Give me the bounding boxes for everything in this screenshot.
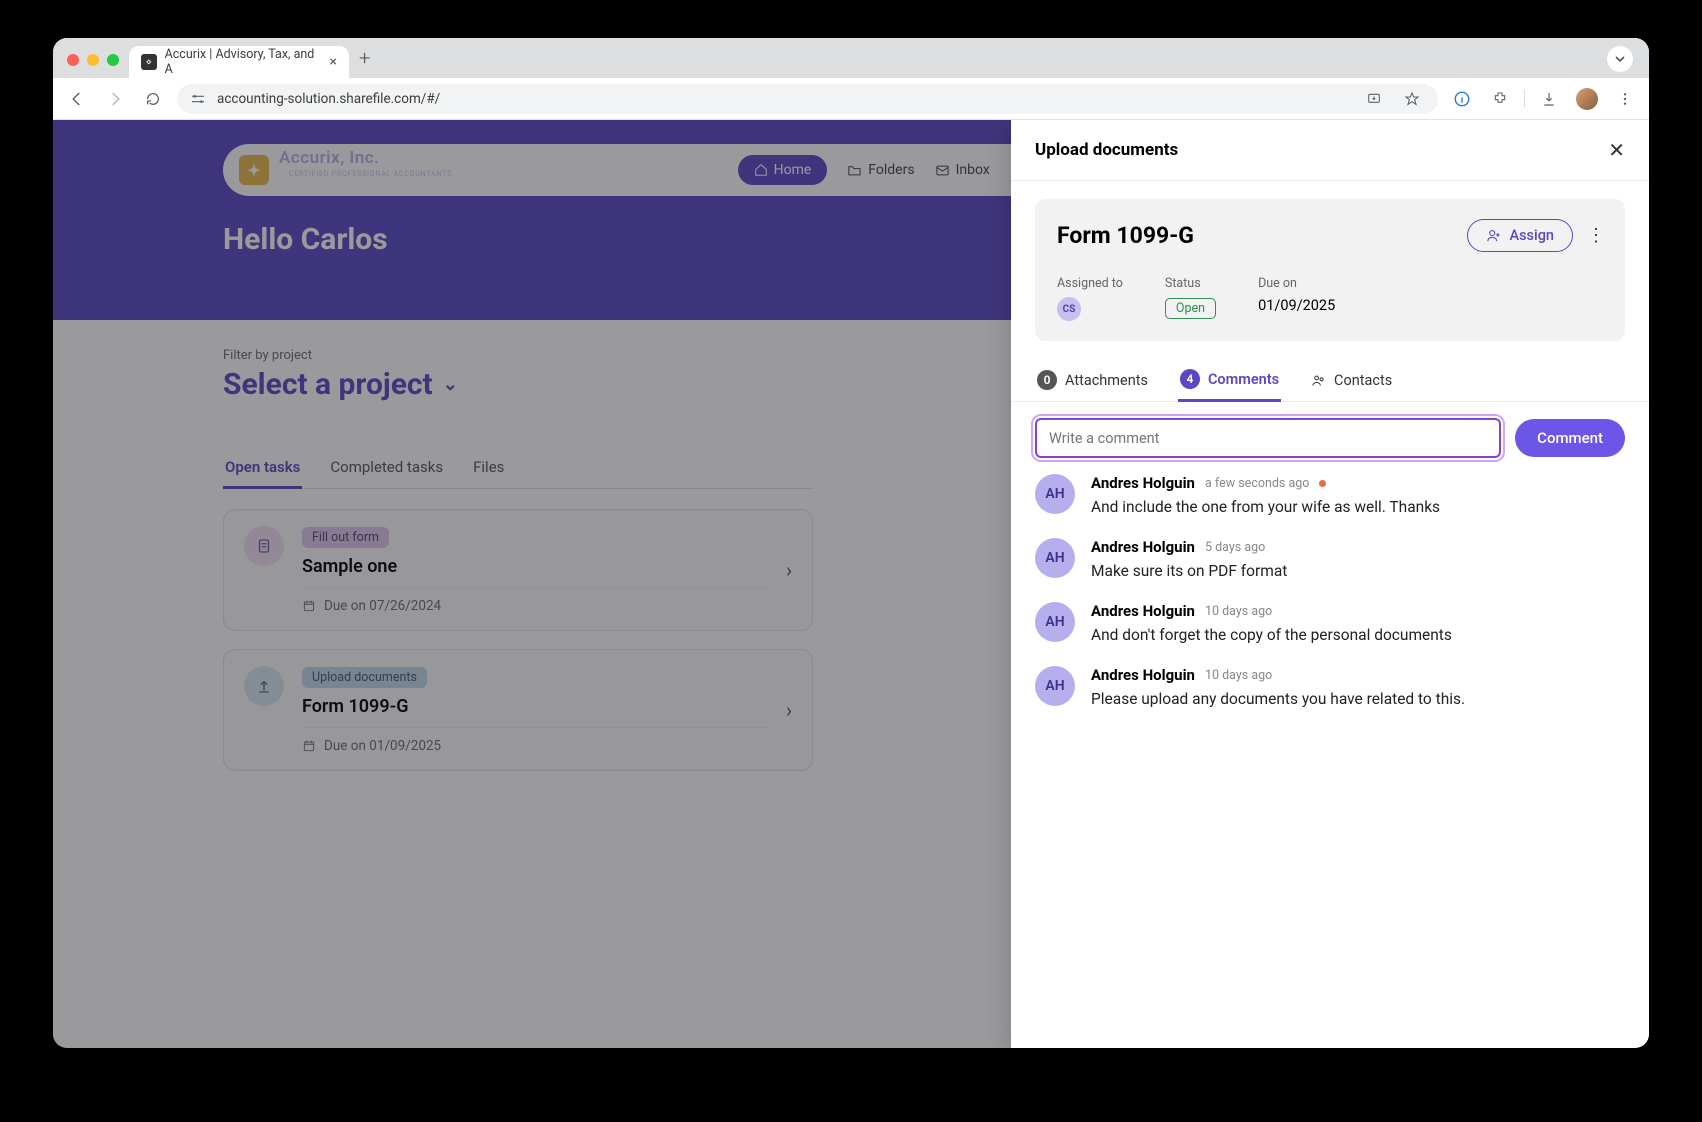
address-bar[interactable]: accounting-solution.sharefile.com/#/ xyxy=(177,84,1438,114)
task-detail-card: Form 1099-G Assign ⋮ Assigned to CS xyxy=(1035,199,1625,341)
window-close[interactable] xyxy=(67,54,79,66)
comment-text: Please upload any documents you have rel… xyxy=(1091,690,1625,708)
tab-attachments[interactable]: 0 Attachments xyxy=(1035,359,1150,401)
tab-title: Accurix | Advisory, Tax, and A xyxy=(165,47,322,77)
card-title: Form 1099-G xyxy=(1057,222,1194,249)
comment-submit-button[interactable]: Comment xyxy=(1515,419,1625,457)
due-value: 01/09/2025 xyxy=(1258,297,1335,314)
browser-tab[interactable]: ⋄ Accurix | Advisory, Tax, and A × xyxy=(129,46,349,78)
profile-avatar[interactable] xyxy=(1573,85,1601,113)
favicon: ⋄ xyxy=(141,54,157,70)
bookmark-icon[interactable] xyxy=(1398,85,1426,113)
app-viewport: ✦ Accurix, Inc. CERTIFIED PROFESSIONAL A… xyxy=(53,120,1649,1048)
comment-text: And include the one from your wife as we… xyxy=(1091,498,1625,516)
contacts-icon xyxy=(1311,373,1326,388)
assign-button[interactable]: Assign xyxy=(1467,219,1573,252)
info-icon[interactable] xyxy=(1448,85,1476,113)
comment-avatar: AH xyxy=(1035,474,1075,514)
downloads-icon[interactable] xyxy=(1535,85,1563,113)
assign-person-icon xyxy=(1486,228,1501,243)
install-app-icon[interactable] xyxy=(1360,85,1388,113)
reload-button[interactable] xyxy=(139,85,167,113)
comments-label: Comments xyxy=(1208,371,1279,388)
assignee-avatar[interactable]: CS xyxy=(1057,297,1081,321)
comment-text: And don't forget the copy of the persona… xyxy=(1091,626,1625,644)
assign-button-label: Assign xyxy=(1509,227,1554,244)
status-label: Status xyxy=(1165,276,1216,291)
comments-count: 4 xyxy=(1180,369,1200,389)
panel-title: Upload documents xyxy=(1035,140,1178,160)
comment-avatar: AH xyxy=(1035,666,1075,706)
comment-time: 10 days ago xyxy=(1205,604,1272,619)
new-indicator-icon xyxy=(1319,480,1326,487)
comment-time: a few seconds ago xyxy=(1205,476,1309,491)
tab-contacts[interactable]: Contacts xyxy=(1309,359,1394,401)
comment-item: AH Andres Holguin a few seconds ago And inc… xyxy=(1035,474,1625,516)
tab-comments[interactable]: 4 Comments xyxy=(1178,359,1281,402)
due-label: Due on xyxy=(1258,276,1335,291)
tab-close-icon[interactable]: × xyxy=(330,54,337,70)
back-button[interactable] xyxy=(63,85,91,113)
attachments-count: 0 xyxy=(1037,370,1057,390)
comment-time: 10 days ago xyxy=(1205,668,1272,683)
assigned-label: Assigned to xyxy=(1057,276,1123,291)
comment-item: AH Andres Holguin 5 days ago Make sure its … xyxy=(1035,538,1625,580)
comment-item: AH Andres Holguin 10 days ago And don't for… xyxy=(1035,602,1625,644)
browser-window: ⋄ Accurix | Advisory, Tax, and A × + acc… xyxy=(53,38,1649,1048)
comment-author: Andres Holguin xyxy=(1091,474,1195,492)
browser-toolbar: accounting-solution.sharefile.com/#/ xyxy=(53,78,1649,120)
attachments-label: Attachments xyxy=(1065,372,1148,389)
close-panel-button[interactable]: ✕ xyxy=(1608,138,1625,162)
comment-author: Andres Holguin xyxy=(1091,538,1195,556)
window-zoom[interactable] xyxy=(107,54,119,66)
comment-author: Andres Holguin xyxy=(1091,602,1195,620)
window-minimize[interactable] xyxy=(87,54,99,66)
panel-tabs: 0 Attachments 4 Comments Contacts xyxy=(1011,359,1649,402)
extensions-icon[interactable] xyxy=(1486,85,1514,113)
comments-list: AH Andres Holguin a few seconds ago And inc… xyxy=(1011,474,1649,732)
contacts-label: Contacts xyxy=(1334,372,1392,389)
comment-avatar: AH xyxy=(1035,602,1075,642)
comment-text: Make sure its on PDF format xyxy=(1091,562,1625,580)
forward-button[interactable] xyxy=(101,85,129,113)
new-tab-button[interactable]: + xyxy=(359,46,370,70)
comment-avatar: AH xyxy=(1035,538,1075,578)
comment-time: 5 days ago xyxy=(1205,540,1265,555)
browser-menu-icon[interactable] xyxy=(1611,85,1639,113)
side-panel: Upload documents ✕ Form 1099-G Assign ⋮ xyxy=(1011,120,1649,1048)
tab-overflow-button[interactable] xyxy=(1607,46,1633,72)
address-url: accounting-solution.sharefile.com/#/ xyxy=(217,91,440,107)
comment-author: Andres Holguin xyxy=(1091,666,1195,684)
comment-item: AH Andres Holguin 10 days ago Please upload… xyxy=(1035,666,1625,708)
site-settings-icon[interactable] xyxy=(189,90,207,108)
browser-tabbar: ⋄ Accurix | Advisory, Tax, and A × + xyxy=(53,38,1649,78)
comment-input[interactable] xyxy=(1035,418,1501,458)
card-menu-button[interactable]: ⋮ xyxy=(1587,225,1603,246)
status-badge: Open xyxy=(1165,298,1216,319)
